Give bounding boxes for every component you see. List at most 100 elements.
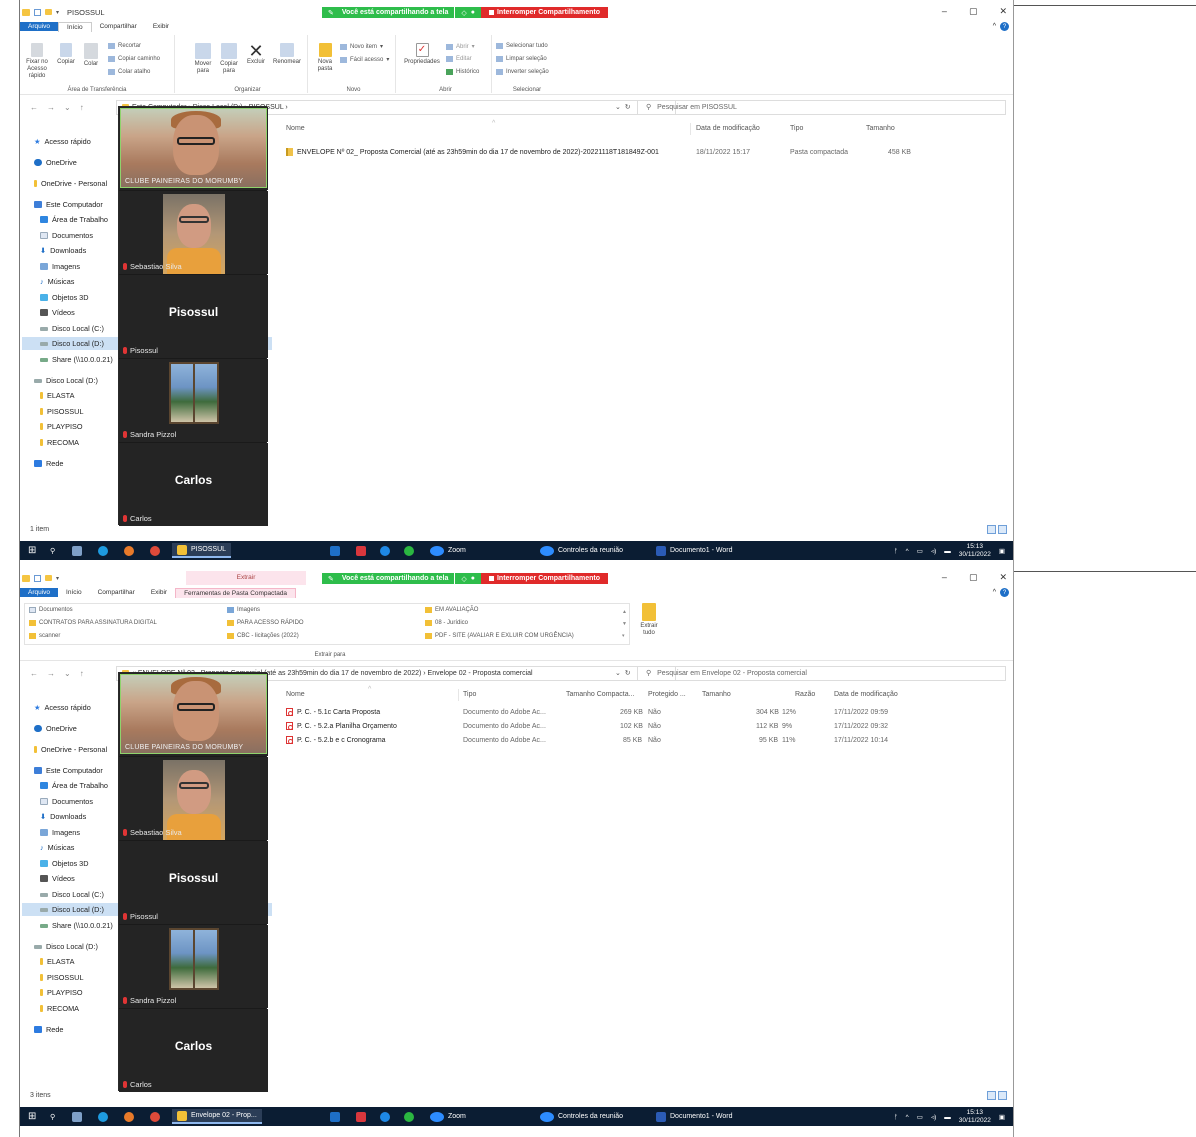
clock[interactable]: 15:13 30/11/2022 xyxy=(959,543,991,559)
skype-icon[interactable] xyxy=(380,545,390,556)
forward-icon[interactable]: → xyxy=(47,669,55,678)
destination-item[interactable]: EM AVALIAÇÃO xyxy=(425,607,478,613)
extract-all-button[interactable]: Extrair tudo xyxy=(634,603,664,637)
open-button[interactable]: Abrir ▾ xyxy=(446,43,475,50)
sidebar-item-recoma[interactable]: RECOMA xyxy=(40,438,79,447)
tray-chevron-icon[interactable]: ^ xyxy=(906,1114,909,1121)
screen-icon[interactable]: ◇ xyxy=(461,9,466,17)
sidebar-item-documents[interactable]: Documentos xyxy=(40,797,93,806)
column-header-protected[interactable]: Protegido ... xyxy=(648,691,686,698)
stop-sharing-button[interactable]: Interromper Compartilhamento xyxy=(480,573,609,584)
checkbox-icon[interactable] xyxy=(34,8,41,16)
large-icons-view-icon[interactable] xyxy=(998,525,1007,534)
up-icon[interactable]: ↑ xyxy=(80,669,84,678)
sidebar-item-quick-access[interactable]: ★ Acesso rápido xyxy=(34,137,91,146)
column-header-date[interactable]: Data de modificação xyxy=(834,691,898,698)
details-view-icon[interactable] xyxy=(987,1091,996,1100)
maximize-button[interactable]: ▢ xyxy=(969,6,978,17)
participant-tile[interactable]: Pisossul Pisossul xyxy=(119,275,268,358)
refresh-icon[interactable]: ⌄ ↻ xyxy=(615,103,631,111)
tab-compressed-folder-tools[interactable]: Ferramentas de Pasta Compactada xyxy=(175,587,297,598)
history-dropdown-icon[interactable]: ⌄ xyxy=(64,669,71,678)
sidebar-item-onedrive-personal[interactable]: OneDrive - Personal xyxy=(34,179,107,188)
sidebar-item-network[interactable]: Rede xyxy=(34,459,63,468)
quick-access-toolbar[interactable]: ▾ PISOSSUL xyxy=(20,8,105,17)
pin-button[interactable]: Fixar no Acesso rápido xyxy=(22,43,52,80)
stop-sharing-button[interactable]: Interromper Compartilhamento xyxy=(480,7,609,18)
sidebar-item-images[interactable]: Imagens xyxy=(40,262,80,271)
cut-button[interactable]: Recortar xyxy=(108,43,141,49)
destination-item[interactable]: CONTRATOS PARA ASSINATURA DIGITAL xyxy=(29,620,157,626)
sidebar-item-quick-access[interactable]: ★ Acesso rápido xyxy=(34,703,91,712)
large-icons-view-icon[interactable] xyxy=(998,1091,1007,1100)
taskbar-word[interactable]: Documento1 - Word xyxy=(656,1109,733,1124)
sidebar-item-desktop[interactable]: Área de Trabalho xyxy=(40,215,108,224)
column-header-size[interactable]: Tamanho xyxy=(866,125,895,132)
app-icon[interactable] xyxy=(356,1111,366,1122)
collapse-ribbon-icon[interactable]: ^ xyxy=(993,23,996,30)
gallery-scroll-icon[interactable]: ▲ ▼ ▾ xyxy=(622,606,627,642)
back-icon[interactable]: ← xyxy=(30,669,38,678)
sidebar-item-disk-d-2[interactable]: Disco Local (D:) xyxy=(34,942,98,951)
participant-tile[interactable]: Sandra Pizzol xyxy=(119,359,268,442)
details-view-icon[interactable] xyxy=(987,525,996,534)
back-icon[interactable]: ← xyxy=(30,103,38,112)
sidebar-item-onedrive-personal[interactable]: OneDrive - Personal xyxy=(34,745,107,754)
notifications-icon[interactable]: ▣ xyxy=(999,547,1005,555)
battery-icon[interactable]: ▬ xyxy=(944,548,951,555)
edit-button[interactable]: Editar xyxy=(446,56,472,62)
tab-arquivo[interactable]: Arquivo xyxy=(20,22,59,31)
maximize-button[interactable]: ▢ xyxy=(969,572,978,583)
new-folder-button[interactable]: Nova pasta xyxy=(314,43,336,73)
search-icon[interactable]: ⚲ xyxy=(50,543,55,558)
taskbar-explorer[interactable]: PISOSSUL xyxy=(172,543,232,558)
task-view-icon[interactable] xyxy=(72,1111,82,1122)
collapse-ribbon-icon[interactable]: ^ xyxy=(993,589,996,596)
taskbar-meeting-controls[interactable]: Controles da reunião xyxy=(540,543,623,558)
sidebar-item-images[interactable]: Imagens xyxy=(40,828,80,837)
column-header-ratio[interactable]: Razão xyxy=(795,691,815,698)
column-header-name[interactable]: Nome xyxy=(286,691,305,698)
taskbar-word[interactable]: Documento1 - Word xyxy=(656,543,733,558)
screen-icon[interactable]: ◇ xyxy=(461,575,466,583)
outlook-icon[interactable] xyxy=(330,1111,340,1122)
destination-item[interactable]: 08 - Jurídico xyxy=(425,620,468,626)
outlook-icon[interactable] xyxy=(330,545,340,556)
search-input[interactable]: ⚲ Pesquisar em Envelope 02 - Proposta com… xyxy=(637,665,1006,681)
sidebar-item-desktop[interactable]: Área de Trabalho xyxy=(40,781,108,790)
taskbar-zoom[interactable]: Zoom xyxy=(430,1109,466,1124)
rename-button[interactable]: Renomear xyxy=(270,43,304,66)
sidebar-item-recoma[interactable]: RECOMA xyxy=(40,1004,79,1013)
sidebar-item-downloads[interactable]: ⬇ Downloads xyxy=(40,812,86,821)
dropdown-icon[interactable]: ▾ xyxy=(56,575,59,582)
whatsapp-icon[interactable] xyxy=(404,545,414,556)
tray-chevron-icon[interactable]: ^ xyxy=(906,548,909,555)
paste-button[interactable]: Colar xyxy=(79,43,103,68)
app-tray-icon[interactable]: ᚠ xyxy=(894,1114,898,1121)
destination-item[interactable]: PARA ACESSO RÁPIDO xyxy=(227,620,304,626)
sidebar-item-pisossul[interactable]: PISOSSUL xyxy=(40,407,84,416)
taskbar-explorer[interactable]: Envelope 02 - Prop... xyxy=(172,1109,262,1124)
new-item-button[interactable]: Novo item ▾ xyxy=(340,43,383,50)
whatsapp-icon[interactable] xyxy=(404,1111,414,1122)
network-icon[interactable]: ▭ xyxy=(917,1113,923,1121)
sidebar-item-3d-objects[interactable]: Objetos 3D xyxy=(40,293,89,302)
app-icon[interactable] xyxy=(356,545,366,556)
volume-icon[interactable]: ◃) xyxy=(931,547,936,555)
destination-item[interactable]: PDF - SITE (AVALIAR E EXLUIR COM URGÊNCI… xyxy=(425,633,574,639)
participant-tile[interactable]: CLUBE PAINEIRAS DO MORUMBY xyxy=(119,107,268,190)
network-icon[interactable]: ▭ xyxy=(917,547,923,555)
sidebar-item-music[interactable]: ♪ Músicas xyxy=(40,843,74,852)
sidebar-item-this-pc[interactable]: Este Computador xyxy=(34,766,103,775)
destination-item[interactable]: scanner xyxy=(29,633,60,639)
copy-path-button[interactable]: Copiar caminho xyxy=(108,56,160,62)
delete-button[interactable]: ✕ Excluir xyxy=(244,42,268,66)
search-input[interactable]: ⚲ Pesquisar em PISOSSUL xyxy=(637,99,1006,115)
search-icon[interactable]: ⚲ xyxy=(50,1109,55,1124)
sidebar-item-downloads[interactable]: ⬇ Downloads xyxy=(40,246,86,255)
column-header-type[interactable]: Tipo xyxy=(790,125,803,132)
help-icon[interactable]: ? xyxy=(1000,588,1009,597)
sidebar-item-this-pc[interactable]: Este Computador xyxy=(34,200,103,209)
up-icon[interactable]: ↑ xyxy=(80,103,84,112)
sidebar-item-music[interactable]: ♪ Músicas xyxy=(40,277,74,286)
